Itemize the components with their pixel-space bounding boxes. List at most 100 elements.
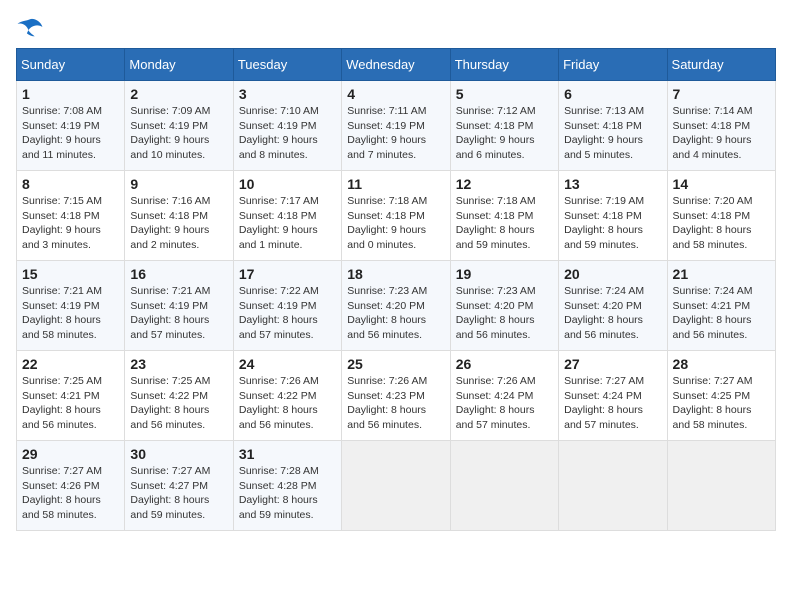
cell-info: Sunrise: 7:22 AM Sunset: 4:19 PM Dayligh… <box>239 284 336 343</box>
cell-info: Sunrise: 7:08 AM Sunset: 4:19 PM Dayligh… <box>22 104 119 163</box>
calendar-cell: 17 Sunrise: 7:22 AM Sunset: 4:19 PM Dayl… <box>233 261 341 351</box>
cell-info: Sunrise: 7:23 AM Sunset: 4:20 PM Dayligh… <box>347 284 444 343</box>
calendar-cell: 13 Sunrise: 7:19 AM Sunset: 4:18 PM Dayl… <box>559 171 667 261</box>
cell-info: Sunrise: 7:16 AM Sunset: 4:18 PM Dayligh… <box>130 194 227 253</box>
day-number: 24 <box>239 356 336 372</box>
cell-info: Sunrise: 7:18 AM Sunset: 4:18 PM Dayligh… <box>347 194 444 253</box>
cell-info: Sunrise: 7:23 AM Sunset: 4:20 PM Dayligh… <box>456 284 553 343</box>
day-number: 7 <box>673 86 770 102</box>
cell-info: Sunrise: 7:15 AM Sunset: 4:18 PM Dayligh… <box>22 194 119 253</box>
calendar-week-row: 22 Sunrise: 7:25 AM Sunset: 4:21 PM Dayl… <box>17 351 776 441</box>
cell-info: Sunrise: 7:27 AM Sunset: 4:27 PM Dayligh… <box>130 464 227 523</box>
day-number: 9 <box>130 176 227 192</box>
calendar-cell: 18 Sunrise: 7:23 AM Sunset: 4:20 PM Dayl… <box>342 261 450 351</box>
cell-info: Sunrise: 7:24 AM Sunset: 4:20 PM Dayligh… <box>564 284 661 343</box>
calendar-cell: 26 Sunrise: 7:26 AM Sunset: 4:24 PM Dayl… <box>450 351 558 441</box>
day-number: 28 <box>673 356 770 372</box>
day-number: 3 <box>239 86 336 102</box>
day-number: 8 <box>22 176 119 192</box>
day-number: 19 <box>456 266 553 282</box>
weekday-header-thursday: Thursday <box>450 49 558 81</box>
day-number: 4 <box>347 86 444 102</box>
calendar-cell: 25 Sunrise: 7:26 AM Sunset: 4:23 PM Dayl… <box>342 351 450 441</box>
calendar-cell: 14 Sunrise: 7:20 AM Sunset: 4:18 PM Dayl… <box>667 171 775 261</box>
cell-info: Sunrise: 7:14 AM Sunset: 4:18 PM Dayligh… <box>673 104 770 163</box>
day-number: 25 <box>347 356 444 372</box>
calendar-cell: 2 Sunrise: 7:09 AM Sunset: 4:19 PM Dayli… <box>125 81 233 171</box>
calendar-cell: 27 Sunrise: 7:27 AM Sunset: 4:24 PM Dayl… <box>559 351 667 441</box>
day-number: 13 <box>564 176 661 192</box>
day-number: 21 <box>673 266 770 282</box>
calendar-cell: 1 Sunrise: 7:08 AM Sunset: 4:19 PM Dayli… <box>17 81 125 171</box>
calendar-cell: 5 Sunrise: 7:12 AM Sunset: 4:18 PM Dayli… <box>450 81 558 171</box>
calendar-cell: 31 Sunrise: 7:28 AM Sunset: 4:28 PM Dayl… <box>233 441 341 531</box>
cell-info: Sunrise: 7:27 AM Sunset: 4:26 PM Dayligh… <box>22 464 119 523</box>
calendar-cell: 4 Sunrise: 7:11 AM Sunset: 4:19 PM Dayli… <box>342 81 450 171</box>
calendar-table: SundayMondayTuesdayWednesdayThursdayFrid… <box>16 48 776 531</box>
weekday-header-tuesday: Tuesday <box>233 49 341 81</box>
calendar-cell <box>667 441 775 531</box>
calendar-cell: 7 Sunrise: 7:14 AM Sunset: 4:18 PM Dayli… <box>667 81 775 171</box>
cell-info: Sunrise: 7:17 AM Sunset: 4:18 PM Dayligh… <box>239 194 336 253</box>
calendar-cell: 8 Sunrise: 7:15 AM Sunset: 4:18 PM Dayli… <box>17 171 125 261</box>
calendar-week-row: 1 Sunrise: 7:08 AM Sunset: 4:19 PM Dayli… <box>17 81 776 171</box>
cell-info: Sunrise: 7:25 AM Sunset: 4:21 PM Dayligh… <box>22 374 119 433</box>
cell-info: Sunrise: 7:26 AM Sunset: 4:24 PM Dayligh… <box>456 374 553 433</box>
calendar-header-row: SundayMondayTuesdayWednesdayThursdayFrid… <box>17 49 776 81</box>
cell-info: Sunrise: 7:09 AM Sunset: 4:19 PM Dayligh… <box>130 104 227 163</box>
weekday-header-monday: Monday <box>125 49 233 81</box>
day-number: 15 <box>22 266 119 282</box>
calendar-cell: 30 Sunrise: 7:27 AM Sunset: 4:27 PM Dayl… <box>125 441 233 531</box>
day-number: 26 <box>456 356 553 372</box>
calendar-cell: 24 Sunrise: 7:26 AM Sunset: 4:22 PM Dayl… <box>233 351 341 441</box>
calendar-cell <box>559 441 667 531</box>
calendar-cell: 3 Sunrise: 7:10 AM Sunset: 4:19 PM Dayli… <box>233 81 341 171</box>
page-header <box>16 16 776 38</box>
cell-info: Sunrise: 7:25 AM Sunset: 4:22 PM Dayligh… <box>130 374 227 433</box>
calendar-cell: 10 Sunrise: 7:17 AM Sunset: 4:18 PM Dayl… <box>233 171 341 261</box>
cell-info: Sunrise: 7:13 AM Sunset: 4:18 PM Dayligh… <box>564 104 661 163</box>
cell-info: Sunrise: 7:28 AM Sunset: 4:28 PM Dayligh… <box>239 464 336 523</box>
calendar-cell: 29 Sunrise: 7:27 AM Sunset: 4:26 PM Dayl… <box>17 441 125 531</box>
day-number: 1 <box>22 86 119 102</box>
day-number: 12 <box>456 176 553 192</box>
calendar-cell <box>450 441 558 531</box>
day-number: 10 <box>239 176 336 192</box>
day-number: 2 <box>130 86 227 102</box>
calendar-cell: 20 Sunrise: 7:24 AM Sunset: 4:20 PM Dayl… <box>559 261 667 351</box>
calendar-cell: 16 Sunrise: 7:21 AM Sunset: 4:19 PM Dayl… <box>125 261 233 351</box>
day-number: 30 <box>130 446 227 462</box>
day-number: 6 <box>564 86 661 102</box>
day-number: 20 <box>564 266 661 282</box>
weekday-header-friday: Friday <box>559 49 667 81</box>
cell-info: Sunrise: 7:26 AM Sunset: 4:22 PM Dayligh… <box>239 374 336 433</box>
cell-info: Sunrise: 7:19 AM Sunset: 4:18 PM Dayligh… <box>564 194 661 253</box>
calendar-cell: 23 Sunrise: 7:25 AM Sunset: 4:22 PM Dayl… <box>125 351 233 441</box>
day-number: 23 <box>130 356 227 372</box>
calendar-cell: 11 Sunrise: 7:18 AM Sunset: 4:18 PM Dayl… <box>342 171 450 261</box>
day-number: 29 <box>22 446 119 462</box>
calendar-week-row: 29 Sunrise: 7:27 AM Sunset: 4:26 PM Dayl… <box>17 441 776 531</box>
calendar-cell: 21 Sunrise: 7:24 AM Sunset: 4:21 PM Dayl… <box>667 261 775 351</box>
day-number: 5 <box>456 86 553 102</box>
cell-info: Sunrise: 7:20 AM Sunset: 4:18 PM Dayligh… <box>673 194 770 253</box>
calendar-cell: 22 Sunrise: 7:25 AM Sunset: 4:21 PM Dayl… <box>17 351 125 441</box>
logo <box>16 16 48 38</box>
calendar-cell: 6 Sunrise: 7:13 AM Sunset: 4:18 PM Dayli… <box>559 81 667 171</box>
day-number: 22 <box>22 356 119 372</box>
weekday-header-wednesday: Wednesday <box>342 49 450 81</box>
cell-info: Sunrise: 7:11 AM Sunset: 4:19 PM Dayligh… <box>347 104 444 163</box>
weekday-header-saturday: Saturday <box>667 49 775 81</box>
cell-info: Sunrise: 7:12 AM Sunset: 4:18 PM Dayligh… <box>456 104 553 163</box>
day-number: 14 <box>673 176 770 192</box>
cell-info: Sunrise: 7:10 AM Sunset: 4:19 PM Dayligh… <box>239 104 336 163</box>
calendar-week-row: 15 Sunrise: 7:21 AM Sunset: 4:19 PM Dayl… <box>17 261 776 351</box>
cell-info: Sunrise: 7:26 AM Sunset: 4:23 PM Dayligh… <box>347 374 444 433</box>
day-number: 27 <box>564 356 661 372</box>
calendar-cell <box>342 441 450 531</box>
day-number: 11 <box>347 176 444 192</box>
cell-info: Sunrise: 7:18 AM Sunset: 4:18 PM Dayligh… <box>456 194 553 253</box>
cell-info: Sunrise: 7:27 AM Sunset: 4:24 PM Dayligh… <box>564 374 661 433</box>
cell-info: Sunrise: 7:24 AM Sunset: 4:21 PM Dayligh… <box>673 284 770 343</box>
calendar-cell: 12 Sunrise: 7:18 AM Sunset: 4:18 PM Dayl… <box>450 171 558 261</box>
